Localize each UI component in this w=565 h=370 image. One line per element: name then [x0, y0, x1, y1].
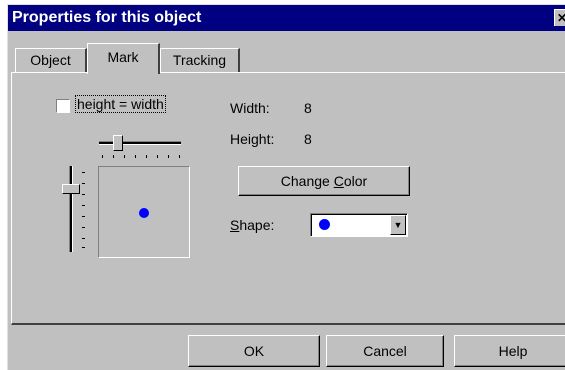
ok-button[interactable]: OK [188, 335, 320, 367]
height-slider-track[interactable] [69, 166, 73, 252]
width-label: Width: [230, 100, 270, 116]
help-button[interactable]: Help [454, 335, 565, 367]
shape-label: Shape: [230, 217, 274, 233]
shape-dropdown[interactable]: ▼ [310, 213, 408, 237]
tab-object[interactable]: Object [15, 48, 87, 72]
tab-mark[interactable]: Mark [87, 43, 160, 74]
width-slider[interactable] [99, 129, 185, 165]
shape-label-rest: hape: [239, 217, 275, 233]
tab-tracking[interactable]: Tracking [160, 48, 240, 72]
height-equals-width-label[interactable]: height = width [75, 95, 166, 113]
circle-shape-icon [319, 219, 330, 230]
shape-accel: S [230, 217, 240, 233]
mark-preview [98, 166, 190, 258]
dialog-title: Properties for this object [12, 9, 202, 26]
width-slider-thumb[interactable] [113, 135, 123, 151]
change-color-accel: C [333, 173, 344, 189]
width-slider-ticks [102, 155, 182, 159]
properties-dialog: Properties for this object ✕ Object Mark… [7, 4, 565, 370]
change-color-text-post: olor [343, 173, 368, 189]
width-value: 8 [304, 100, 312, 116]
height-value: 8 [304, 131, 312, 147]
circle-mark-icon [139, 208, 149, 218]
change-color-button[interactable]: Change Color [238, 166, 410, 196]
height-slider-thumb[interactable] [62, 184, 80, 194]
cancel-button[interactable]: Cancel [326, 335, 444, 367]
tab-mark-label: Mark [107, 49, 139, 65]
height-slider-ticks [82, 172, 86, 248]
width-slider-track[interactable] [99, 141, 181, 145]
chevron-down-icon[interactable]: ▼ [390, 215, 406, 235]
change-color-text-pre: Change [280, 173, 334, 189]
tab-object-label: Object [30, 52, 71, 68]
title-bar: Properties for this object ✕ [8, 5, 565, 31]
height-label: Height: [230, 131, 275, 147]
close-icon[interactable]: ✕ [554, 9, 565, 26]
tab-tracking-label: Tracking [172, 52, 227, 68]
height-slider[interactable] [62, 166, 88, 256]
height-equals-width-checkbox[interactable] [56, 99, 70, 113]
